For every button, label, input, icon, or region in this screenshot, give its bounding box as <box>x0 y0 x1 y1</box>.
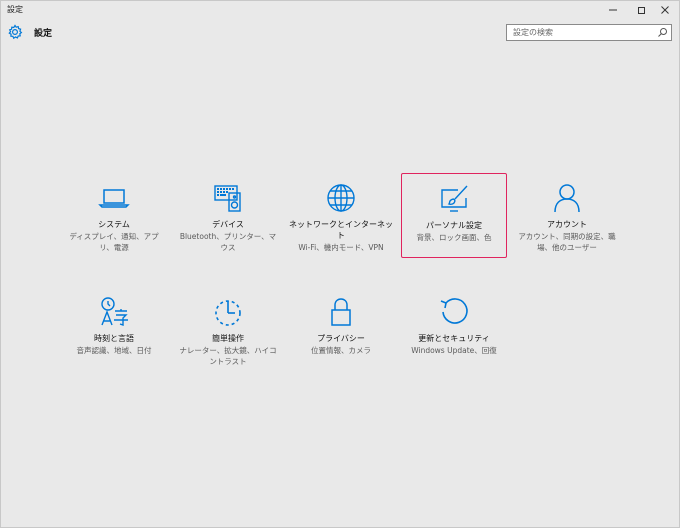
laptop-icon <box>98 189 130 208</box>
tile-label: 簡単操作 <box>212 334 244 343</box>
tile-label: アカウント <box>547 220 587 229</box>
person-icon <box>554 184 580 213</box>
globe-icon <box>327 184 355 212</box>
tile-privacy[interactable]: プライバシー 位置情報、カメラ <box>286 295 396 356</box>
tile-label: システム <box>98 220 130 229</box>
language-icon <box>101 297 128 326</box>
lock-icon <box>331 298 351 326</box>
tile-update-security[interactable]: 更新とセキュリティ Windows Update、回復 <box>399 295 509 356</box>
tile-description: Bluetooth、プリンター、マウス <box>179 232 277 252</box>
close-button[interactable] <box>651 1 679 19</box>
tile-network[interactable]: ネットワークとインターネット Wi-Fi、機内モード、VPN <box>286 181 396 253</box>
tile-ease-of-access[interactable]: 簡単操作 ナレーター、拡大鏡、ハイコントラスト <box>173 295 283 367</box>
tile-label: 時刻と言語 <box>94 334 134 343</box>
tile-time-language[interactable]: 時刻と言語 音声認識、地域、日付 <box>59 295 169 356</box>
tile-description: 背景、ロック画面、色 <box>416 233 492 242</box>
keyboard-speaker-icon <box>214 185 241 212</box>
paintbrush-monitor-icon <box>441 185 468 212</box>
tile-description: アカウント、同期の設定、職場、他のユーザー <box>518 232 616 252</box>
minimize-icon <box>609 9 617 11</box>
tile-label: ネットワークとインターネット <box>289 220 393 240</box>
page-title: 設定 <box>34 29 53 39</box>
search-icon[interactable] <box>657 27 668 38</box>
tile-description: 音声認識、地域、日付 <box>76 346 152 355</box>
tile-personalization[interactable]: パーソナル設定 背景、ロック画面、色 <box>401 173 507 258</box>
tile-description: Wi-Fi、機内モード、VPN <box>298 243 384 252</box>
tile-description: ナレーター、拡大鏡、ハイコントラスト <box>179 346 277 366</box>
tile-label: プライバシー <box>317 334 365 343</box>
close-icon <box>661 6 669 14</box>
tile-description: Windows Update、回復 <box>411 346 497 355</box>
tile-label: 更新とセキュリティ <box>418 334 490 343</box>
search-input[interactable] <box>507 25 659 40</box>
title-bar: 設定 <box>1 1 679 19</box>
gear-icon <box>8 24 23 40</box>
refresh-icon <box>440 298 468 324</box>
window-title: 設定 <box>7 5 23 14</box>
tile-devices[interactable]: デバイス Bluetooth、プリンター、マウス <box>173 181 283 253</box>
tile-description: ディスプレイ、通知、アプリ、電源 <box>69 232 159 252</box>
tile-label: デバイス <box>212 220 244 229</box>
accessibility-timer-icon <box>215 300 241 326</box>
settings-window: 設定 設定 システム ディスプレイ、通知 <box>0 0 680 528</box>
tile-label: パーソナル設定 <box>426 221 482 230</box>
minimize-button[interactable] <box>599 1 627 19</box>
tile-accounts[interactable]: アカウント アカウント、同期の設定、職場、他のユーザー <box>512 181 622 253</box>
tile-system[interactable]: システム ディスプレイ、通知、アプリ、電源 <box>59 181 169 253</box>
maximize-icon <box>637 6 645 14</box>
tile-description: 位置情報、カメラ <box>311 346 371 355</box>
search-box[interactable] <box>506 24 672 41</box>
